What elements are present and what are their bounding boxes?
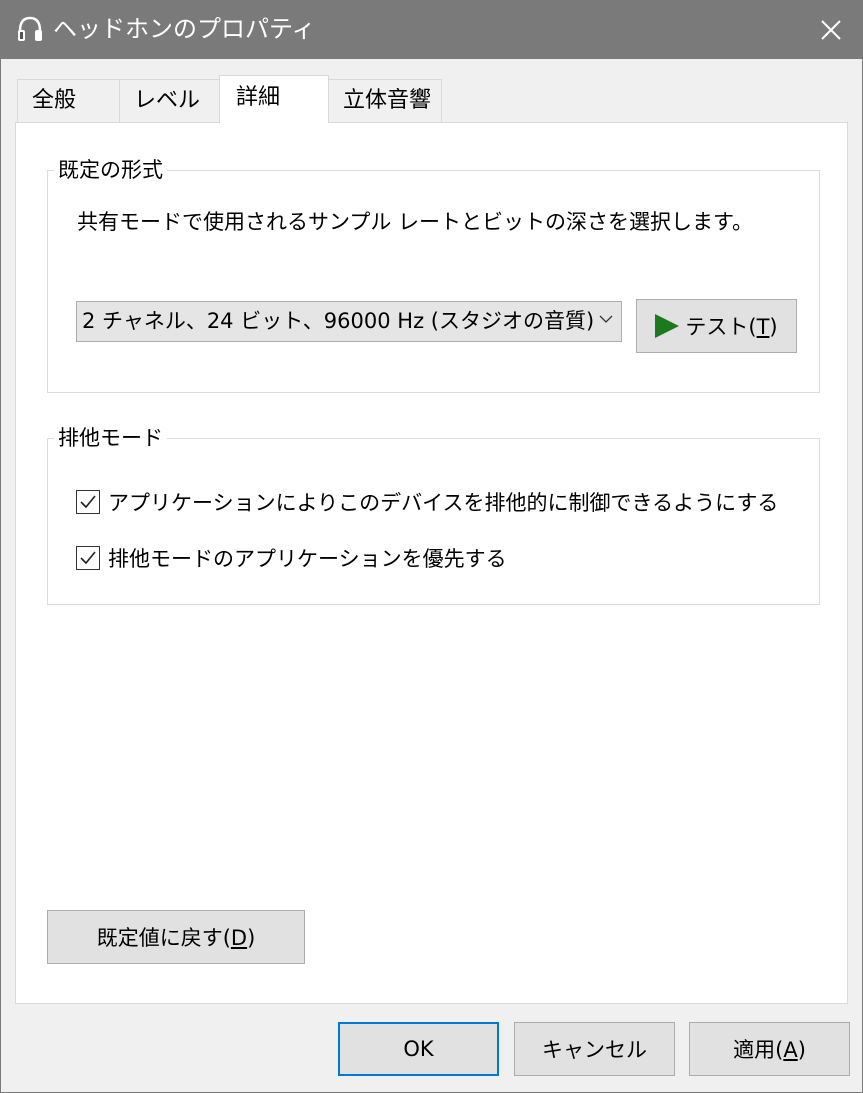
headphones-icon [18, 16, 42, 41]
allow-exclusive-control-option[interactable]: アプリケーションによりこのデバイスを排他的に制御できるようにする [76, 487, 778, 517]
exclusive-priority-option[interactable]: 排他モードのアプリケーションを優先する [76, 543, 507, 573]
exclusive-mode-label: 排他モード [54, 424, 167, 452]
exclusive-mode-group: 排他モード アプリケーションによりこのデバイスを排他的に制御できるようにする 排… [47, 424, 820, 605]
format-dropdown-value: 2 チャネル、24 ビット、96000 Hz (スタジオの音質) [82, 309, 595, 333]
exclusive-priority-text: 排他モードのアプリケーションを優先する [108, 547, 507, 571]
format-dropdown[interactable]: 2 チャネル、24 ビット、96000 Hz (スタジオの音質) [76, 301, 622, 342]
play-icon [655, 314, 680, 338]
test-button-label: テスト(T) [685, 315, 778, 339]
close-icon [821, 20, 841, 40]
properties-dialog: ヘッドホンのプロパティ 全般 レベル 詳細 立体音響 既定の形式 共有モードで使… [0, 0, 863, 1093]
default-format-group: 既定の形式 共有モードで使用されるサンプル レートとビットの深さを選択します。 … [47, 156, 820, 393]
chevron-down-icon [599, 315, 613, 323]
checkmark-icon [80, 495, 96, 509]
allow-exclusive-control-text: アプリケーションによりこのデバイスを排他的に制御できるようにする [108, 491, 779, 515]
window-title: ヘッドホンのプロパティ [53, 15, 316, 43]
test-button[interactable]: テスト(T) [636, 299, 797, 353]
tab-advanced[interactable]: 詳細 [219, 75, 329, 123]
apply-button[interactable]: 適用(A) [689, 1022, 850, 1076]
cancel-button[interactable]: キャンセル [514, 1022, 675, 1076]
tab-levels[interactable]: レベル [119, 79, 220, 123]
close-button[interactable] [800, 1, 862, 59]
restore-defaults-label: 既定値に戻す(D) [96, 926, 256, 950]
default-format-label: 既定の形式 [54, 156, 167, 184]
exclusive-priority-checkbox[interactable] [76, 546, 100, 570]
allow-exclusive-control-checkbox[interactable] [76, 490, 100, 514]
tab-spatial-sound[interactable]: 立体音響 [328, 79, 442, 123]
tab-general[interactable]: 全般 [17, 79, 120, 123]
restore-defaults-button[interactable]: 既定値に戻す(D) [47, 910, 305, 964]
checkmark-icon [80, 551, 96, 565]
ok-button[interactable]: OK [338, 1022, 499, 1076]
title-bar[interactable]: ヘッドホンのプロパティ [1, 1, 862, 59]
tab-panel-advanced: 既定の形式 共有モードで使用されるサンプル レートとビットの深さを選択します。 … [15, 122, 848, 1004]
apply-button-label: 適用(A) [733, 1038, 806, 1062]
default-format-description: 共有モードで使用されるサンプル レートとビットの深さを選択します。 [77, 210, 753, 234]
